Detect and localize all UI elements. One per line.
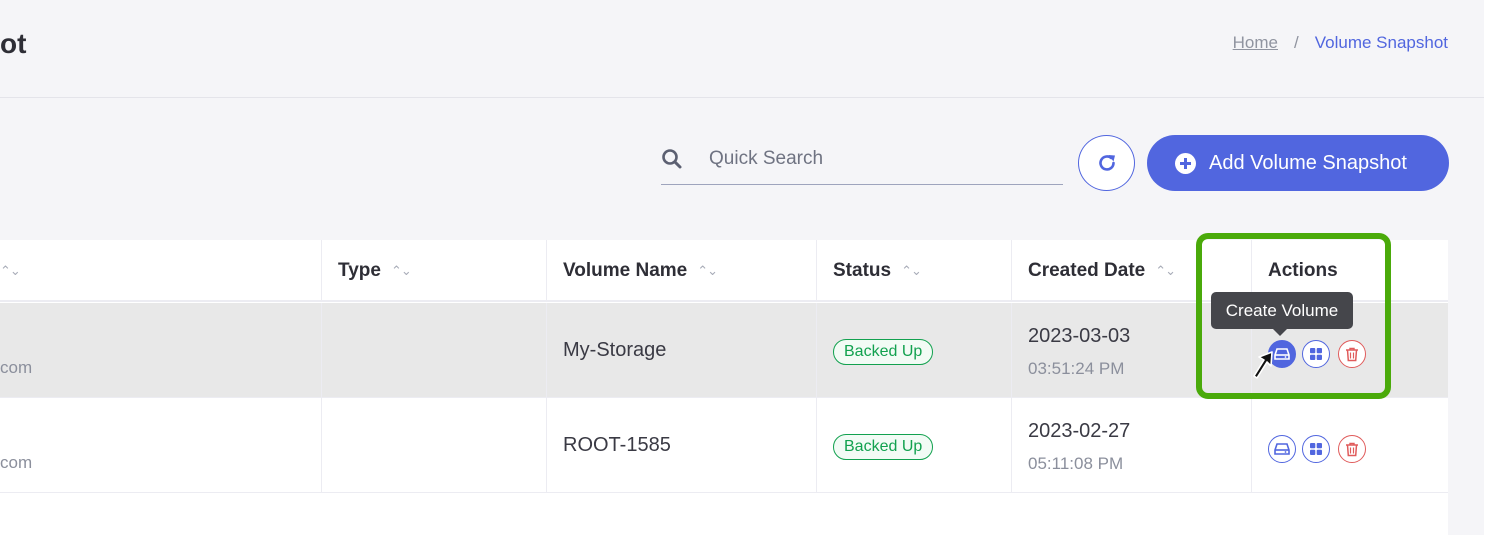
column-header-label: Status <box>833 260 892 281</box>
volume-name-cell: ROOT-1585 <box>547 398 817 493</box>
search-input[interactable] <box>709 144 1049 174</box>
status-cell: Backed Up <box>817 303 1012 398</box>
drive-icon <box>1274 348 1290 360</box>
created-time: 03:51:24 PM <box>1028 359 1125 378</box>
type-cell <box>322 303 547 398</box>
breadcrumb-home-link[interactable]: Home <box>1233 33 1278 53</box>
delete-button[interactable] <box>1338 435 1366 463</box>
sort-icon: ⌃⌄ <box>1155 263 1176 278</box>
page-header: ot Home / Volume Snapshot <box>0 0 1484 98</box>
status-badge: Backed Up <box>833 434 934 460</box>
page-scrollbar[interactable] <box>1484 0 1489 535</box>
email-fragment: com <box>0 358 33 377</box>
created-date: 2023-02-27 <box>1028 420 1131 442</box>
column-header-volume-name[interactable]: Volume Name ⌃⌄ <box>547 240 817 302</box>
page-title: ot <box>0 28 27 59</box>
add-volume-snapshot-label: Add Volume Snapshot <box>1209 151 1407 174</box>
add-volume-snapshot-button[interactable]: Add Volume Snapshot <box>1147 135 1449 191</box>
volume-name: ROOT-1585 <box>563 434 671 456</box>
status-cell: Backed Up <box>817 398 1012 493</box>
plus-circle-icon <box>1175 152 1196 174</box>
snapshot-table: ⌃⌄ Type ⌃⌄ Volume Name ⌃⌄ Status ⌃⌄ Created… <box>0 240 1448 535</box>
column-header-label: Type <box>338 260 381 281</box>
created-time: 05:11:08 PM <box>1028 454 1124 473</box>
trash-icon <box>1346 347 1358 361</box>
sort-icon: ⌃⌄ <box>390 263 412 278</box>
refresh-icon <box>1098 155 1115 171</box>
view-button[interactable] <box>1302 340 1330 368</box>
grid-icon <box>1310 443 1322 455</box>
created-date-cell: 2023-02-27 05:11:08 PM <box>1012 398 1252 493</box>
name-cell: com <box>0 303 322 398</box>
create-volume-button[interactable] <box>1268 340 1296 368</box>
breadcrumb-separator: / <box>1294 33 1299 52</box>
search-icon <box>662 149 682 169</box>
delete-button[interactable] <box>1338 340 1366 368</box>
created-date: 2023-03-03 <box>1028 325 1131 347</box>
table-row[interactable]: com ROOT-1585 Backed Up 2023-02-27 05:11… <box>0 398 1448 493</box>
grid-icon <box>1310 348 1322 360</box>
breadcrumb-current: Volume Snapshot <box>1314 33 1448 52</box>
column-header-label: Created Date <box>1028 260 1146 281</box>
quick-search <box>661 140 1063 185</box>
email-fragment: com <box>0 453 33 472</box>
volume-name-cell: My-Storage <box>547 303 817 398</box>
trash-icon <box>1346 442 1358 456</box>
column-header-status[interactable]: Status ⌃⌄ <box>817 240 1012 302</box>
create-volume-tooltip: Create Volume <box>1211 292 1353 336</box>
view-button[interactable] <box>1302 435 1330 463</box>
name-cell: com <box>0 398 322 493</box>
column-header-name[interactable]: ⌃⌄ <box>0 240 322 302</box>
column-header-label: Volume Name <box>563 260 688 281</box>
drive-icon <box>1274 443 1290 455</box>
status-badge: Backed Up <box>833 339 934 365</box>
sort-icon: ⌃⌄ <box>901 263 922 278</box>
sort-icon: ⌃⌄ <box>697 263 718 278</box>
column-header-label: Actions <box>1268 260 1338 281</box>
column-header-type[interactable]: Type ⌃⌄ <box>322 240 547 302</box>
refresh-button[interactable] <box>1078 135 1135 191</box>
type-cell <box>322 398 547 493</box>
create-volume-button[interactable] <box>1268 435 1296 463</box>
actions-cell <box>1252 398 1448 493</box>
volume-name: My-Storage <box>563 339 667 361</box>
sort-icon: ⌃⌄ <box>0 263 21 278</box>
breadcrumb: Home / Volume Snapshot <box>1233 33 1448 53</box>
